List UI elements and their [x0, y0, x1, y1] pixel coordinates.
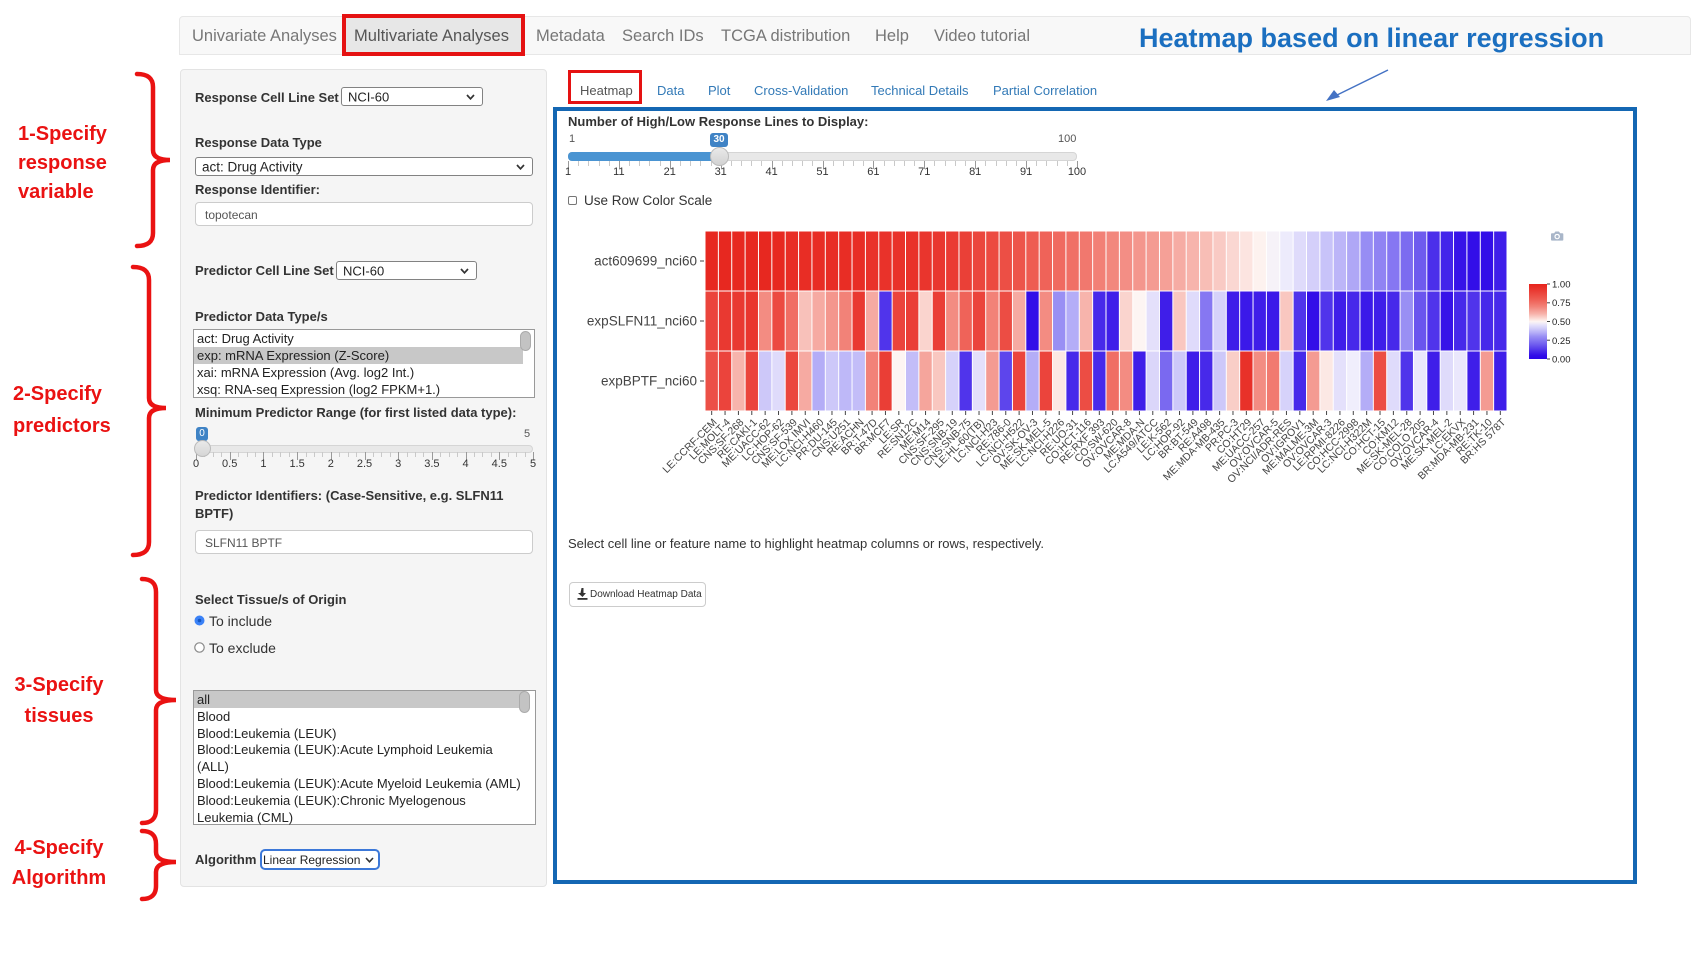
svg-text:act609699_nci60: act609699_nci60: [594, 254, 697, 269]
svg-text:0.50: 0.50: [1552, 317, 1571, 328]
svg-text:expBPTF_nci60: expBPTF_nci60: [601, 374, 697, 389]
svg-text:0.75: 0.75: [1552, 298, 1571, 309]
svg-text:0.00: 0.00: [1552, 355, 1571, 366]
svg-text:1.00: 1.00: [1552, 280, 1571, 291]
svg-text:expSLFN11_nci60: expSLFN11_nci60: [587, 314, 697, 329]
svg-text:0.25: 0.25: [1552, 336, 1571, 347]
